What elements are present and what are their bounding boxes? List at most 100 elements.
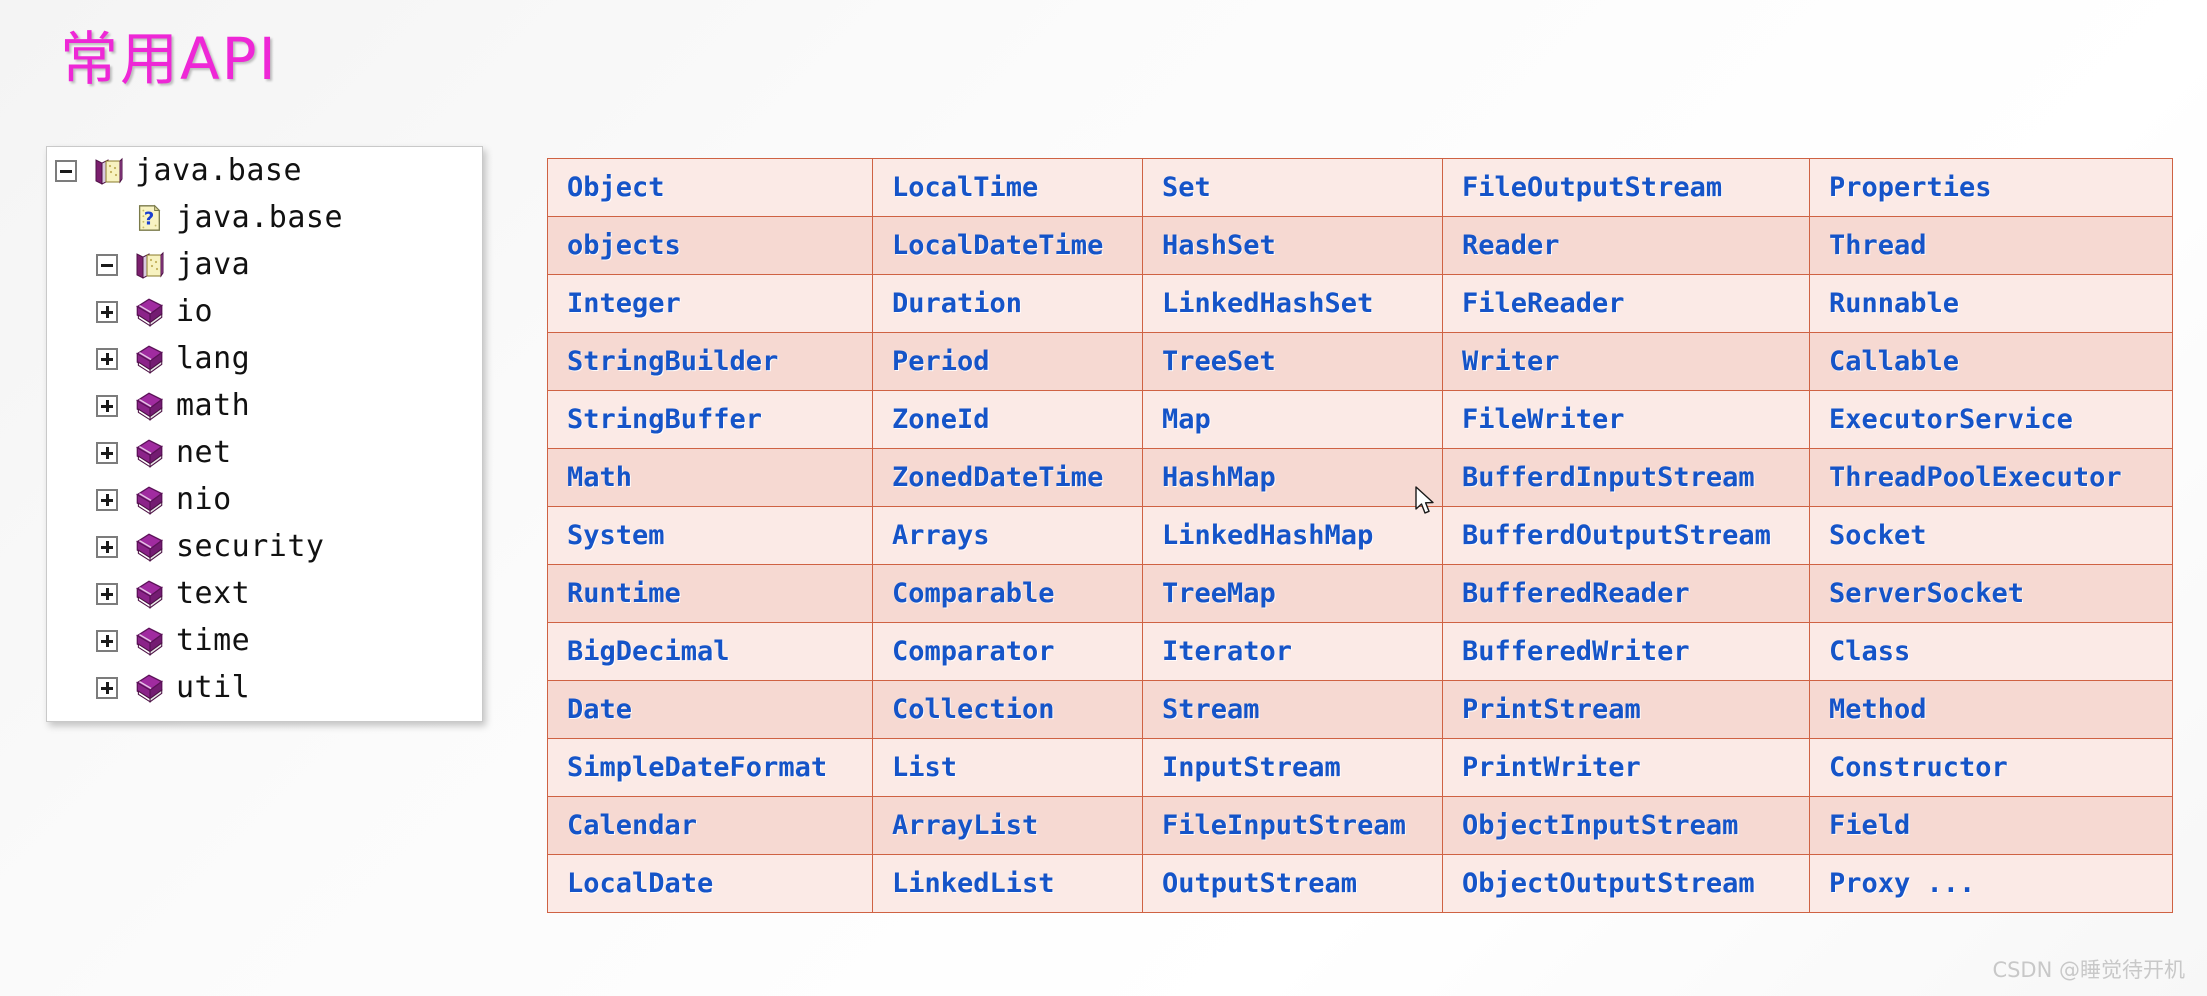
expand-plus-icon[interactable] bbox=[96, 301, 118, 323]
table-cell[interactable]: objects bbox=[548, 217, 873, 275]
table-cell[interactable]: ObjectOutputStream bbox=[1443, 855, 1810, 913]
table-cell[interactable]: ExecutorService bbox=[1810, 391, 2173, 449]
table-cell[interactable]: Runnable bbox=[1810, 275, 2173, 333]
table-cell[interactable]: List bbox=[873, 739, 1143, 797]
tree-item-label: java bbox=[176, 247, 250, 282]
table-cell[interactable]: Map bbox=[1143, 391, 1443, 449]
expand-plus-icon[interactable] bbox=[96, 677, 118, 699]
tree-item-io-3[interactable]: io bbox=[47, 288, 482, 335]
table-cell[interactable]: Runtime bbox=[548, 565, 873, 623]
table-cell[interactable]: Writer bbox=[1443, 333, 1810, 391]
table-cell[interactable]: ServerSocket bbox=[1810, 565, 2173, 623]
table-cell[interactable]: Properties bbox=[1810, 159, 2173, 217]
table-cell[interactable]: StringBuffer bbox=[548, 391, 873, 449]
table-cell[interactable]: BufferedReader bbox=[1443, 565, 1810, 623]
expand-plus-icon[interactable] bbox=[96, 395, 118, 417]
table-cell[interactable]: LinkedHashMap bbox=[1143, 507, 1443, 565]
tree-item-label: security bbox=[176, 529, 325, 564]
table-cell[interactable]: ZonedDateTime bbox=[873, 449, 1143, 507]
table-cell[interactable]: Date bbox=[548, 681, 873, 739]
table-cell[interactable]: LocalDateTime bbox=[873, 217, 1143, 275]
table-cell[interactable]: Stream bbox=[1143, 681, 1443, 739]
table-row: MathZonedDateTimeHashMapBufferdInputStre… bbox=[548, 449, 2173, 507]
table-cell[interactable]: Math bbox=[548, 449, 873, 507]
package-book-icon bbox=[132, 671, 166, 705]
table-cell[interactable]: HashMap bbox=[1143, 449, 1443, 507]
table-cell[interactable]: FileWriter bbox=[1443, 391, 1810, 449]
package-book-icon bbox=[132, 342, 166, 376]
table-cell[interactable]: FileOutputStream bbox=[1443, 159, 1810, 217]
table-cell[interactable]: Set bbox=[1143, 159, 1443, 217]
tree-item-java-base-1[interactable]: ?java.base bbox=[47, 194, 482, 241]
table-cell[interactable]: LocalDate bbox=[548, 855, 873, 913]
table-cell[interactable]: LinkedList bbox=[873, 855, 1143, 913]
table-cell[interactable]: PrintStream bbox=[1443, 681, 1810, 739]
table-cell[interactable]: Class bbox=[1810, 623, 2173, 681]
table-cell[interactable]: Method bbox=[1810, 681, 2173, 739]
expand-plus-icon[interactable] bbox=[96, 583, 118, 605]
table-cell[interactable]: Duration bbox=[873, 275, 1143, 333]
table-cell[interactable]: InputStream bbox=[1143, 739, 1443, 797]
table-cell[interactable]: Constructor bbox=[1810, 739, 2173, 797]
table-cell[interactable]: HashSet bbox=[1143, 217, 1443, 275]
tree-icon-slot bbox=[128, 671, 170, 705]
table-cell[interactable]: ArrayList bbox=[873, 797, 1143, 855]
table-cell[interactable]: Iterator bbox=[1143, 623, 1443, 681]
tree-icon-slot bbox=[128, 342, 170, 376]
tree-item-java-2[interactable]: java bbox=[47, 241, 482, 288]
table-cell[interactable]: LocalTime bbox=[873, 159, 1143, 217]
tree-item-text-9[interactable]: text bbox=[47, 570, 482, 617]
table-cell[interactable]: Comparator bbox=[873, 623, 1143, 681]
table-cell[interactable]: BufferdInputStream bbox=[1443, 449, 1810, 507]
tree-item-util-11[interactable]: util bbox=[47, 664, 482, 711]
expand-plus-icon[interactable] bbox=[96, 536, 118, 558]
table-cell[interactable]: Comparable bbox=[873, 565, 1143, 623]
table-cell[interactable]: Reader bbox=[1443, 217, 1810, 275]
table-cell[interactable]: BufferdOutputStream bbox=[1443, 507, 1810, 565]
expand-plus-icon[interactable] bbox=[96, 442, 118, 464]
table-cell[interactable]: ObjectInputStream bbox=[1443, 797, 1810, 855]
table-cell[interactable]: Callable bbox=[1810, 333, 2173, 391]
expand-plus-icon[interactable] bbox=[96, 348, 118, 370]
table-cell[interactable]: System bbox=[548, 507, 873, 565]
table-cell[interactable]: BufferedWriter bbox=[1443, 623, 1810, 681]
table-cell[interactable]: Collection bbox=[873, 681, 1143, 739]
table-cell[interactable]: Arrays bbox=[873, 507, 1143, 565]
table-cell[interactable]: ThreadPoolExecutor bbox=[1810, 449, 2173, 507]
tree-item-math-5[interactable]: math bbox=[47, 382, 482, 429]
table-cell[interactable]: Object bbox=[548, 159, 873, 217]
table-cell[interactable]: OutputStream bbox=[1143, 855, 1443, 913]
table-row: BigDecimalComparatorIteratorBufferedWrit… bbox=[548, 623, 2173, 681]
table-cell[interactable]: Calendar bbox=[548, 797, 873, 855]
api-table-body: ObjectLocalTimeSetFileOutputStreamProper… bbox=[548, 159, 2173, 913]
package-book-icon bbox=[132, 483, 166, 517]
tree-item-net-6[interactable]: net bbox=[47, 429, 482, 476]
tree-item-time-10[interactable]: time bbox=[47, 617, 482, 664]
tree-item-lang-4[interactable]: lang bbox=[47, 335, 482, 382]
table-cell[interactable]: Socket bbox=[1810, 507, 2173, 565]
table-cell[interactable]: PrintWriter bbox=[1443, 739, 1810, 797]
table-cell[interactable]: Proxy ... bbox=[1810, 855, 2173, 913]
table-cell[interactable]: TreeSet bbox=[1143, 333, 1443, 391]
table-cell[interactable]: SimpleDateFormat bbox=[548, 739, 873, 797]
table-cell[interactable]: ZoneId bbox=[873, 391, 1143, 449]
table-cell[interactable]: Period bbox=[873, 333, 1143, 391]
collapse-minus-icon[interactable] bbox=[96, 254, 118, 276]
expand-plus-icon[interactable] bbox=[96, 630, 118, 652]
table-cell[interactable]: BigDecimal bbox=[548, 623, 873, 681]
table-cell[interactable]: Thread bbox=[1810, 217, 2173, 275]
table-cell[interactable]: TreeMap bbox=[1143, 565, 1443, 623]
module-book-icon bbox=[92, 155, 124, 187]
collapse-minus-icon[interactable] bbox=[55, 160, 77, 182]
table-cell[interactable]: FileReader bbox=[1443, 275, 1810, 333]
table-cell[interactable]: StringBuilder bbox=[548, 333, 873, 391]
tree-item-security-8[interactable]: security bbox=[47, 523, 482, 570]
table-cell[interactable]: FileInputStream bbox=[1143, 797, 1443, 855]
tree-item-label: text bbox=[176, 576, 250, 611]
tree-item-nio-7[interactable]: nio bbox=[47, 476, 482, 523]
expand-plus-icon[interactable] bbox=[96, 489, 118, 511]
table-cell[interactable]: LinkedHashSet bbox=[1143, 275, 1443, 333]
tree-item-java-base-0[interactable]: java.base bbox=[47, 147, 482, 194]
table-cell[interactable]: Field bbox=[1810, 797, 2173, 855]
table-cell[interactable]: Integer bbox=[548, 275, 873, 333]
